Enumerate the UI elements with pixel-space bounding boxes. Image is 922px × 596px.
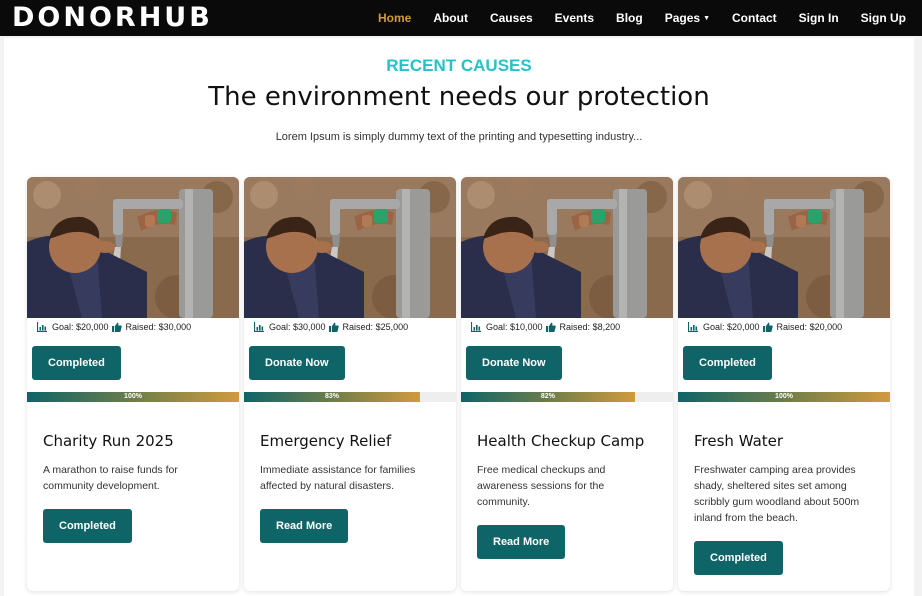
progress-label: 82% (540, 393, 555, 400)
chart-icon (688, 322, 698, 332)
goal-amount: Goal: $10,000 (486, 322, 543, 332)
cause-description: Free medical checkups and awareness sess… (477, 464, 606, 508)
cause-description: Freshwater camping area provides shady, … (694, 464, 860, 524)
section-eyebrow: RECENT CAUSES (386, 56, 532, 75)
cause-stats: Goal: $20,000 Raised: $30,000 (37, 322, 191, 332)
cause-card: Goal: $20,000 Raised: $30,000 Completed … (27, 177, 239, 591)
goal-amount: Goal: $30,000 (269, 322, 326, 332)
cause-card: Goal: $30,000 Raised: $25,000 Donate Now… (244, 177, 456, 591)
goal-amount: Goal: $20,000 (52, 322, 109, 332)
read-more-button[interactable]: Read More (477, 525, 566, 559)
nav-about[interactable]: About (433, 11, 468, 25)
donate-now-button[interactable]: Donate Now (466, 346, 562, 380)
progress-bar: 100% (678, 392, 890, 402)
thumbs-up-icon (111, 322, 122, 332)
donate-now-button[interactable]: Donate Now (249, 346, 345, 380)
nav-causes[interactable]: Causes (490, 11, 533, 25)
cause-stats: Goal: $20,000 Raised: $20,000 (688, 322, 842, 332)
chart-icon (471, 322, 481, 332)
thumbs-up-icon (762, 322, 773, 332)
progress-label: 100% (124, 393, 142, 400)
goal-amount: Goal: $20,000 (703, 322, 760, 332)
recent-causes-section: RECENT CAUSES The environment needs our … (4, 38, 914, 596)
caret-down-icon: ▼ (703, 15, 710, 22)
raised-amount: Raised: $20,000 (776, 322, 843, 332)
cause-title: Health Checkup Camp (477, 432, 645, 450)
nav-sign-up[interactable]: Sign Up (861, 11, 906, 25)
cause-image (27, 177, 239, 318)
completed-button[interactable]: Completed (683, 346, 772, 380)
completed-button[interactable]: Completed (32, 346, 121, 380)
nav-home[interactable]: Home (378, 11, 411, 25)
chart-icon (37, 322, 47, 332)
navbar: DONORHUB Home About Causes Events Blog P… (0, 0, 922, 36)
brand-logo[interactable]: DONORHUB (12, 1, 213, 35)
cause-image (244, 177, 456, 318)
thumbs-up-icon (545, 322, 556, 332)
cause-stats: Goal: $10,000 Raised: $8,200 (471, 322, 620, 332)
progress-label: 83% (324, 393, 339, 400)
cause-title: Charity Run 2025 (43, 432, 174, 450)
nav-blog[interactable]: Blog (616, 11, 643, 25)
cause-stats: Goal: $30,000 Raised: $25,000 (254, 322, 408, 332)
cause-title: Fresh Water (694, 432, 784, 450)
cause-card: Goal: $10,000 Raised: $8,200 Donate Now … (461, 177, 673, 591)
nav-menu: Home About Causes Events Blog Pages ▼ Con… (356, 0, 906, 36)
nav-sign-in[interactable]: Sign In (799, 11, 839, 25)
completed-button[interactable]: Completed (43, 509, 132, 543)
progress-bar: 100% (27, 392, 239, 402)
chart-icon (254, 322, 264, 332)
progress-bar: 82% (461, 392, 673, 402)
nav-contact[interactable]: Contact (732, 11, 777, 25)
section-subtitle: Lorem Ipsum is simply dummy text of the … (275, 131, 643, 143)
section-title: The environment needs our protection (208, 82, 710, 112)
nav-events[interactable]: Events (555, 11, 594, 25)
cause-image (461, 177, 673, 318)
cause-card: Goal: $20,000 Raised: $20,000 Completed … (678, 177, 890, 591)
completed-button[interactable]: Completed (694, 541, 783, 575)
thumbs-up-icon (328, 322, 339, 332)
progress-label: 100% (775, 393, 793, 400)
raised-amount: Raised: $25,000 (342, 322, 409, 332)
nav-pages-dropdown[interactable]: Pages ▼ (665, 11, 710, 25)
read-more-button[interactable]: Read More (260, 509, 349, 543)
raised-amount: Raised: $8,200 (559, 322, 621, 332)
cause-description: A marathon to raise funds for community … (43, 464, 178, 492)
cause-title: Emergency Relief (260, 432, 392, 450)
progress-bar: 83% (244, 392, 456, 402)
raised-amount: Raised: $30,000 (125, 322, 192, 332)
cause-image (678, 177, 890, 318)
nav-pages-label: Pages (664, 11, 701, 25)
cause-description: Immediate assistance for families affect… (260, 464, 416, 492)
